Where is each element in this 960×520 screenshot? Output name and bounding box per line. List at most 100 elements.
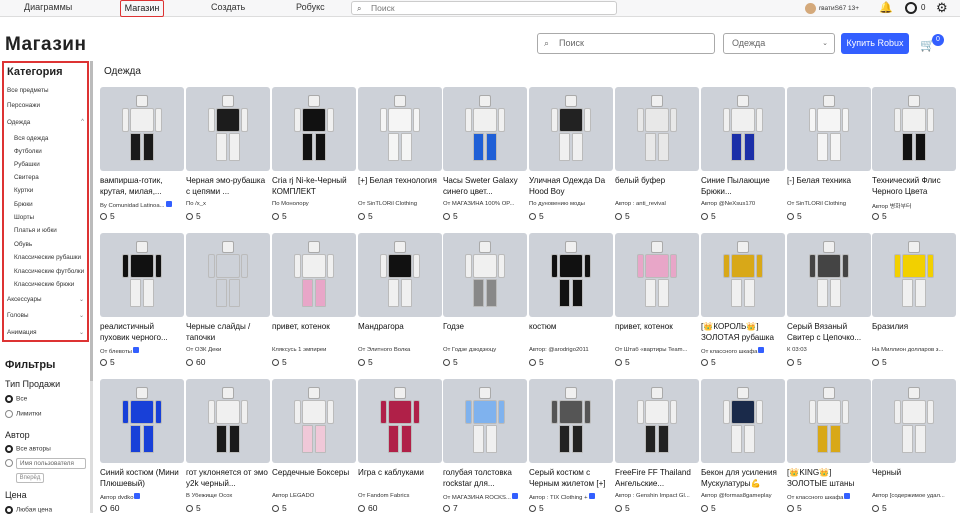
item-creator[interactable]: By Comunidad Latinoa... <box>100 201 184 209</box>
item-title[interactable]: белый буфер <box>615 176 699 197</box>
item-title[interactable]: Мандрагора <box>358 322 442 343</box>
item-thumbnail[interactable] <box>443 87 527 171</box>
item-thumbnail[interactable] <box>186 233 270 317</box>
item-creator[interactable]: Автор @NeXsus170 <box>701 201 785 207</box>
item-title[interactable]: гот уклоняется от эмо y2k черный... <box>186 468 270 489</box>
item-title[interactable]: [+] Белая технология <box>358 176 442 197</box>
nav-robux[interactable]: Робукс <box>296 2 325 12</box>
item-card[interactable]: Часы Sweter Galaxy синего цвет... От МАГА… <box>443 87 527 228</box>
item-creator[interactable]: Автор [содержимое удал... <box>872 493 956 499</box>
item-title[interactable]: Серый Вязаный Свитер с Цепочко... <box>787 322 871 343</box>
item-card[interactable]: FreeFire FF Thailand Ангельские... Автор … <box>615 379 699 520</box>
item-title[interactable]: вампирша-готик, крутая, милая,... <box>100 176 184 197</box>
item-creator[interactable]: От блевоты <box>100 347 184 355</box>
item-card[interactable]: [+] Белая технология От SinTLORil Clothin… <box>358 87 442 228</box>
item-creator[interactable]: Автор 병화부터 <box>872 201 956 210</box>
item-card[interactable]: Черные слайды / тапочки От ОЗК Деки 60 <box>186 233 270 374</box>
item-creator[interactable]: По дуновению моды <box>529 201 613 207</box>
item-thumbnail[interactable] <box>872 87 956 171</box>
bell-icon[interactable]: 🔔 <box>879 1 893 14</box>
sidebar-subitem[interactable]: Брюки <box>14 201 33 208</box>
item-creator[interactable]: Автор: @arodrigo2011 <box>529 347 613 353</box>
sidebar-subitem[interactable]: Платья и юбки <box>14 227 57 234</box>
item-thumbnail[interactable] <box>358 233 442 317</box>
sidebar-scrollbar[interactable] <box>90 61 93 513</box>
item-creator[interactable]: От классного шкафа <box>787 493 871 501</box>
radio-author-all[interactable]: Все авторы <box>5 445 51 453</box>
robux-icon[interactable] <box>905 2 917 14</box>
item-title[interactable]: Синий костюм (Мини Плюшевый) <box>100 468 184 489</box>
item-card[interactable]: Игра с каблуками От Fandom Fabrics 60 <box>358 379 442 520</box>
item-title[interactable]: Бразилия <box>872 322 956 343</box>
item-card[interactable]: Синий костюм (Мини Плюшевый) Автор dvdko 6… <box>100 379 184 520</box>
item-card[interactable]: вампирша-готик, крутая, милая,... By Comu… <box>100 87 184 228</box>
item-card[interactable]: Бразилия На Миллион долларов з... 5 <box>872 233 956 374</box>
item-thumbnail[interactable] <box>272 87 356 171</box>
item-thumbnail[interactable] <box>872 233 956 317</box>
sidebar-item-accessories[interactable]: Аксессуары <box>7 296 42 303</box>
item-card[interactable]: Черный Автор [содержимое удал... 5 <box>872 379 956 520</box>
item-creator[interactable]: Автор : TIX Clothing + <box>529 493 613 501</box>
sidebar-subitem[interactable]: Обувь <box>14 241 32 248</box>
item-creator[interactable]: Автор @formas8gameplay <box>701 493 785 499</box>
item-creator[interactable]: В Убежище Осох <box>186 493 270 499</box>
item-card[interactable]: Уличная Одежда Da Hood Boy По дуновению м… <box>529 87 613 228</box>
sidebar-item-heads[interactable]: Головы <box>7 312 28 319</box>
item-card[interactable]: Технический Флис Черного Цвета Автор 병화부터… <box>872 87 956 228</box>
item-title[interactable]: Черный <box>872 468 956 489</box>
item-card[interactable]: Синие Пылающие Брюки... Автор @NeXsus170 5 <box>701 87 785 228</box>
sidebar-subitem[interactable]: Куртки <box>14 187 33 194</box>
item-thumbnail[interactable] <box>701 87 785 171</box>
sidebar-item-all[interactable]: Все предметы <box>7 87 49 94</box>
item-title[interactable]: реалистичный пуховик черного... <box>100 322 184 343</box>
item-title[interactable]: Синие Пылающие Брюки... <box>701 176 785 197</box>
shop-search-input[interactable]: ⌕ Поиск <box>537 33 715 54</box>
nav-create[interactable]: Создать <box>211 2 245 12</box>
item-creator[interactable]: По Монолору <box>272 201 356 207</box>
item-card[interactable]: Сердечные Боксеры Автор LEGADO 5 <box>272 379 356 520</box>
item-thumbnail[interactable] <box>701 233 785 317</box>
item-title[interactable]: Черные слайды / тапочки <box>186 322 270 343</box>
item-title[interactable]: Уличная Одежда Da Hood Boy <box>529 176 613 197</box>
item-thumbnail[interactable] <box>272 379 356 463</box>
item-card[interactable]: гот уклоняется от эмо y2k черный... В Убе… <box>186 379 270 520</box>
item-creator[interactable]: На Миллион долларов з... <box>872 347 956 353</box>
item-thumbnail[interactable] <box>100 233 184 317</box>
item-creator[interactable]: Кляксусь 1 эмпиреи <box>272 347 356 353</box>
sidebar-subitem[interactable]: Свитера <box>14 174 39 181</box>
item-card[interactable]: Серый Вязаный Свитер с Цепочко... К 03:03… <box>787 233 871 374</box>
item-creator[interactable]: По /x_x <box>186 201 270 207</box>
item-thumbnail[interactable] <box>787 379 871 463</box>
item-title[interactable]: голубая толстовка rockstar для... <box>443 468 527 489</box>
item-card[interactable]: [-] Белая техника От SinTLORil Clothing 5 <box>787 87 871 228</box>
item-creator[interactable]: От SinTLORil Clothing <box>787 201 871 207</box>
item-title[interactable]: Бекон для усиления Мускулатуры💪 <box>701 468 785 489</box>
item-card[interactable]: привет, котенок От Штаб «вартиры Team... 5 <box>615 233 699 374</box>
gear-icon[interactable]: ⚙ <box>936 0 948 16</box>
item-card[interactable]: Черная эмо-рубашка с цепями ... По /x_x 5 <box>186 87 270 228</box>
chevron-up-icon[interactable]: ^ <box>81 119 84 125</box>
sidebar-subitem[interactable]: Классические футболки <box>14 268 84 275</box>
item-card[interactable]: реалистичный пуховик черного... От блевот… <box>100 233 184 374</box>
radio-sale-all[interactable]: Все <box>5 395 27 403</box>
chevron-down-icon[interactable]: ⌄ <box>79 329 84 336</box>
item-thumbnail[interactable] <box>872 379 956 463</box>
item-creator[interactable]: От Штаб «вартиры Team... <box>615 347 699 353</box>
item-card[interactable]: привет, котенок Кляксусь 1 эмпиреи 5 <box>272 233 356 374</box>
radio-sale-limited[interactable]: Лимитки <box>5 410 41 418</box>
buy-robux-button[interactable]: Купить Robux <box>841 33 909 54</box>
item-thumbnail[interactable] <box>358 379 442 463</box>
item-card[interactable]: [👑KING👑] ЗОЛОТЫЕ штаны От классного шкафа… <box>787 379 871 520</box>
item-title[interactable]: Черная эмо-рубашка с цепями ... <box>186 176 270 197</box>
item-card[interactable]: Мандрагора От Элитного Волка 5 <box>358 233 442 374</box>
username-input[interactable]: Имя пользователя <box>16 458 86 469</box>
sidebar-subitem[interactable]: Классические рубашки <box>14 254 81 261</box>
item-thumbnail[interactable] <box>529 379 613 463</box>
item-thumbnail[interactable] <box>443 233 527 317</box>
radio-author-user[interactable] <box>5 459 16 467</box>
item-creator[interactable]: От Годзе дзюдзюцу <box>443 347 527 353</box>
item-card[interactable]: голубая толстовка rockstar для... От МАГА… <box>443 379 527 520</box>
item-creator[interactable]: От МАГАЗИНА ROCKS... <box>443 493 527 501</box>
item-creator[interactable]: От SinTLORil Clothing <box>358 201 442 207</box>
item-thumbnail[interactable] <box>358 87 442 171</box>
